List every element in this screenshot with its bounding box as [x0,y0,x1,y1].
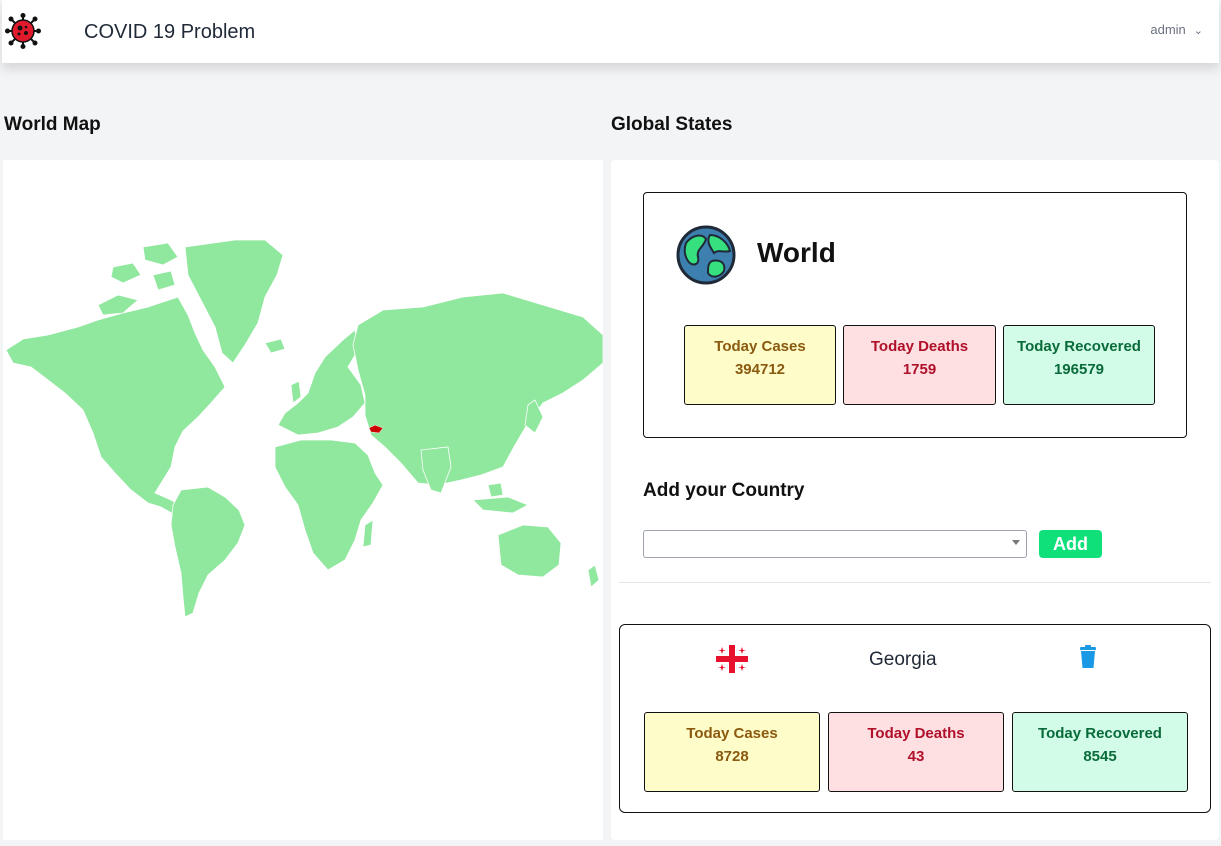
map-region-africa [274,439,384,571]
today-deaths-value: 43 [907,748,925,765]
today-recovered-label: Today Recovered [1017,338,1141,355]
georgia-flag-icon [716,645,748,673]
divider [619,582,1211,583]
country-stats-card: Georgia Today Cases 8728 Today Deaths 43… [619,624,1211,813]
map-region-australia [497,524,562,578]
country-name: Georgia [869,649,937,670]
user-name: admin [1150,22,1186,37]
globe-icon [676,225,736,285]
map-region-iceland [264,338,286,354]
today-deaths-value: 1759 [902,361,937,378]
world-map-title: World Map [4,114,101,135]
world-map-panel [3,160,603,840]
map-region-southeast-asia-islands [472,482,529,514]
map-region-europe [277,329,366,436]
add-country-title: Add your Country [643,480,805,501]
top-navbar: COVID 19 Problem admin ⌄ [2,0,1219,63]
country-select[interactable] [643,530,1027,558]
virus-logo-icon[interactable] [5,13,41,49]
trash-icon[interactable] [1078,645,1098,669]
add-country-button[interactable]: Add [1039,530,1102,558]
today-recovered-value: 8545 [1083,748,1117,765]
today-deaths-label: Today Deaths [870,338,969,355]
today-cases-label: Today Cases [686,725,778,742]
app-title: COVID 19 Problem [84,21,256,43]
user-menu[interactable]: admin ⌄ [1150,22,1203,37]
today-cases-value: 394712 [734,361,786,378]
country-today-deaths-box: Today Deaths 43 [828,712,1004,792]
world-map[interactable] [3,235,603,625]
world-stats-card: World Today Cases 394712 Today Deaths 17… [643,192,1187,438]
map-region-madagascar [362,519,374,548]
dropdown-arrow-icon [1012,540,1020,545]
map-region-south-america [170,486,246,618]
today-cases-value: 8728 [715,748,749,765]
world-title: World [757,237,836,268]
world-today-recovered-box: Today Recovered 196579 [1003,325,1155,405]
world-today-cases-box: Today Cases 394712 [684,325,836,405]
map-region-north-america [5,296,226,516]
global-states-panel: World Today Cases 394712 Today Deaths 17… [611,160,1219,840]
map-region-new-zealand [587,564,600,588]
today-deaths-label: Today Deaths [867,725,965,742]
country-today-recovered-box: Today Recovered 8545 [1012,712,1188,792]
map-region-india [420,446,452,494]
global-states-title: Global States [611,114,733,135]
today-recovered-label: Today Recovered [1038,725,1162,742]
today-recovered-value: 196579 [1053,361,1105,378]
map-region-asia [352,292,603,486]
map-region-united-kingdom [290,380,302,404]
chevron-down-icon: ⌄ [1193,25,1203,37]
today-cases-label: Today Cases [714,338,806,355]
country-today-cases-box: Today Cases 8728 [644,712,820,792]
world-today-deaths-box: Today Deaths 1759 [843,325,996,405]
